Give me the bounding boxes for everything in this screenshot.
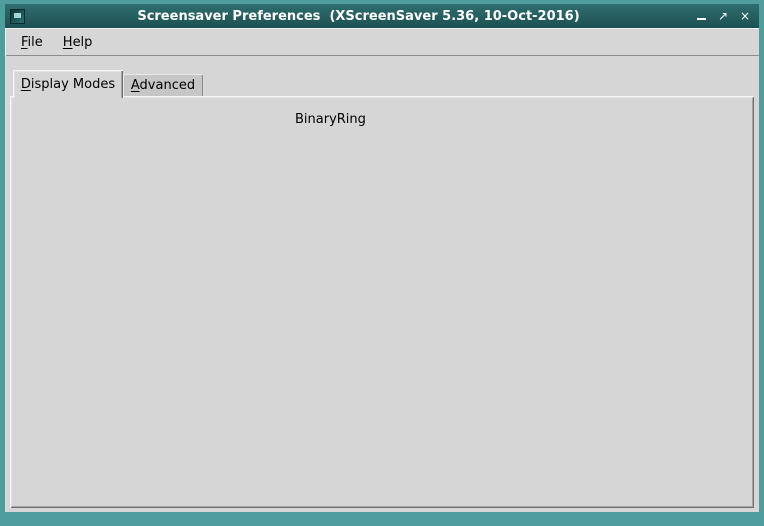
titlebar[interactable]: Screensaver Preferences (XScreenSaver 5.… [5, 4, 759, 28]
window-content: Screensaver Preferences (XScreenSaver 5.… [5, 4, 759, 512]
menu-help[interactable]: Help [53, 31, 103, 54]
window-title: Screensaver Preferences (XScreenSaver 5.… [25, 9, 692, 24]
titlebar-buttons: ↗ × [692, 7, 754, 25]
tab-advanced[interactable]: Advanced [123, 74, 203, 96]
window-icon [10, 9, 25, 24]
tab-display-modes[interactable]: Display Modes [13, 70, 123, 98]
maximize-icon[interactable]: ↗ [714, 7, 732, 25]
tab-advanced-label: Advanced [131, 78, 195, 93]
display-modes-page [10, 96, 754, 508]
xscreensaver-window: Screensaver Preferences (XScreenSaver 5.… [0, 0, 764, 526]
minimize-icon[interactable] [692, 7, 710, 25]
tab-display-modes-label: Display Modes [21, 77, 115, 92]
preview-frame-label: BinaryRing [290, 112, 371, 127]
menu-file[interactable]: File [11, 31, 53, 54]
menubar: File Help [5, 28, 759, 56]
close-icon[interactable]: × [736, 7, 754, 25]
